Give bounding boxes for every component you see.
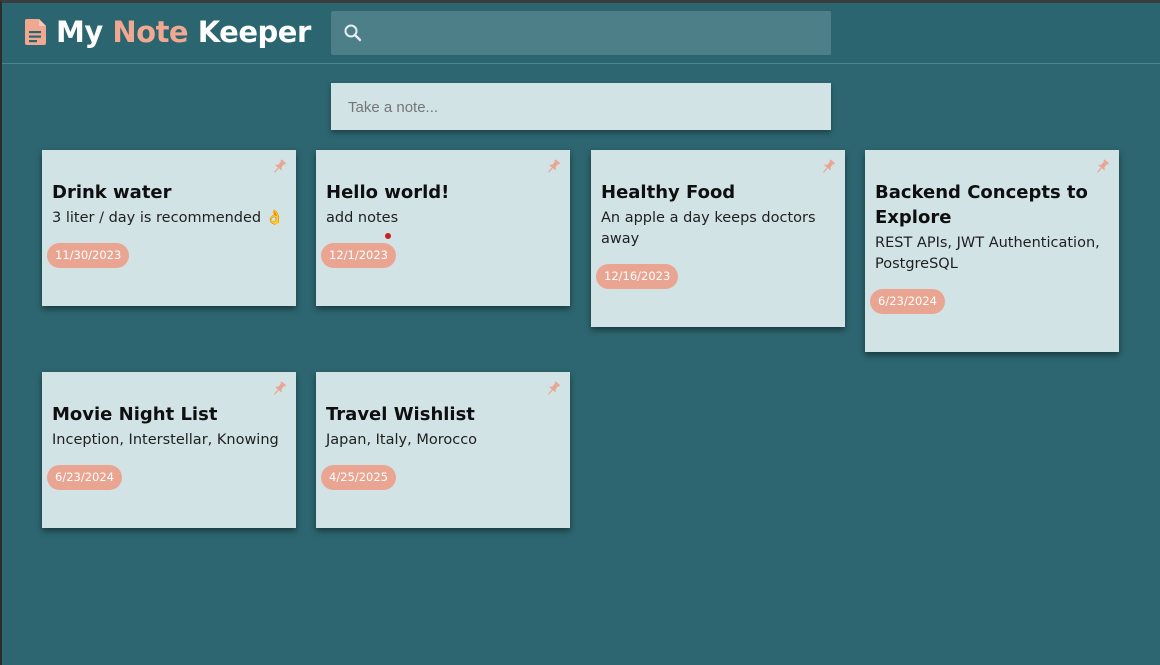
note-body: REST APIs, JWT Authentication, PostgreSQ… — [875, 235, 1100, 272]
app-header: My Note Keeper — [2, 3, 1160, 64]
cursor-dot — [385, 233, 391, 239]
app-title-note: Note — [112, 15, 189, 49]
note-body: add notes — [326, 210, 399, 226]
note-title: Movie Night List — [52, 404, 218, 425]
note-card[interactable]: Drink water 3 liter / day is recommended… — [42, 150, 296, 306]
pin-icon[interactable] — [1093, 158, 1111, 176]
note-body: An apple a day keeps doctors away — [601, 210, 816, 247]
note-composer[interactable] — [331, 83, 831, 132]
pin-icon[interactable] — [819, 158, 837, 176]
app-window: My Note Keeper Drink water 3 liter / day… — [0, 0, 1160, 665]
note-title: Drink water — [52, 182, 172, 203]
search-input[interactable] — [375, 11, 819, 57]
note-card[interactable]: Hello world! add notes 12/1/2023 — [316, 150, 570, 306]
note-date-badge: 6/23/2024 — [870, 289, 945, 314]
note-card[interactable]: Backend Concepts to Explore REST APIs, J… — [865, 150, 1119, 352]
note-title: Travel Wishlist — [326, 404, 475, 425]
note-title: Backend Concepts to Explore — [875, 182, 1088, 228]
note-date-badge: 12/1/2023 — [321, 243, 396, 268]
note-date-badge: 12/16/2023 — [596, 264, 679, 289]
note-title: Healthy Food — [601, 182, 736, 203]
note-title: Hello world! — [326, 182, 450, 203]
note-card[interactable]: Travel Wishlist Japan, Italy, Morocco 4/… — [316, 372, 570, 528]
note-body: Inception, Interstellar, Knowing — [52, 432, 279, 448]
note-date-badge: 11/30/2023 — [47, 243, 130, 268]
app-title-keeper: Keeper — [197, 15, 312, 49]
app-logo[interactable]: My Note Keeper — [24, 15, 311, 49]
note-date-badge: 4/25/2025 — [321, 465, 396, 490]
app-title: My Note Keeper — [56, 15, 311, 49]
search-bar[interactable] — [331, 11, 831, 57]
take-note-input[interactable] — [346, 83, 820, 132]
app-title-my: My — [56, 15, 103, 49]
pin-icon[interactable] — [270, 380, 288, 398]
note-body: 3 liter / day is recommended 👌 — [52, 210, 284, 226]
pin-icon[interactable] — [270, 158, 288, 176]
note-card[interactable]: Movie Night List Inception, Interstellar… — [42, 372, 296, 528]
note-body: Japan, Italy, Morocco — [326, 432, 478, 448]
search-icon[interactable] — [343, 23, 363, 43]
pin-icon[interactable] — [544, 158, 562, 176]
note-date-badge: 6/23/2024 — [47, 465, 122, 490]
pin-icon[interactable] — [544, 380, 562, 398]
note-document-icon — [25, 19, 46, 45]
note-card[interactable]: Healthy Food An apple a day keeps doctor… — [591, 150, 845, 327]
